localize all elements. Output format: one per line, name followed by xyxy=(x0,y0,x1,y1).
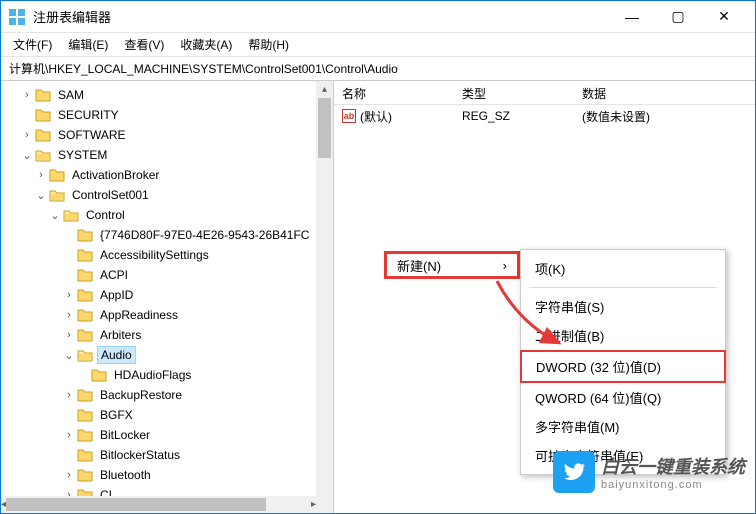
folder-icon xyxy=(77,308,93,322)
expand-icon[interactable]: › xyxy=(63,289,75,301)
tree-item-bitlockerstatus[interactable]: ›BitlockerStatus xyxy=(7,445,333,465)
context-item-key[interactable]: 项(K) xyxy=(521,254,725,283)
folder-icon xyxy=(77,268,93,282)
expand-icon[interactable]: › xyxy=(63,469,75,481)
tree-item-bgfx[interactable]: ›BGFX xyxy=(7,405,333,425)
scrollbar-corner xyxy=(316,496,333,513)
menu-separator xyxy=(529,287,717,288)
list-header: 名称 类型 数据 xyxy=(334,81,755,105)
folder-icon xyxy=(91,368,107,382)
tree-item-security[interactable]: ›SECURITY xyxy=(7,105,333,125)
folder-icon xyxy=(77,228,93,242)
folder-icon xyxy=(77,468,93,482)
tree-item-acpi[interactable]: ›ACPI xyxy=(7,265,333,285)
tree-item-control[interactable]: ⌄Control xyxy=(7,205,333,225)
window-title: 注册表编辑器 xyxy=(33,7,609,26)
tree-horizontal-scrollbar[interactable]: ◂ ▸ xyxy=(1,496,316,513)
submenu-arrow-icon: › xyxy=(503,258,507,273)
folder-icon xyxy=(77,328,93,342)
column-name[interactable]: 名称 xyxy=(334,81,454,104)
expand-icon[interactable]: › xyxy=(63,309,75,321)
context-new-label: 新建(N) xyxy=(397,256,441,275)
tree-item-appid[interactable]: ›AppID xyxy=(7,285,333,305)
titlebar: 注册表编辑器 — ▢ ✕ xyxy=(1,1,755,33)
expand-icon[interactable]: › xyxy=(21,89,33,101)
context-item-qword[interactable]: QWORD (64 位)值(Q) xyxy=(521,383,725,412)
scroll-up-icon[interactable]: ▴ xyxy=(316,81,333,98)
collapse-icon[interactable]: ⌄ xyxy=(63,349,75,362)
menu-favorites[interactable]: 收藏夹(A) xyxy=(172,33,240,56)
maximize-button[interactable]: ▢ xyxy=(655,2,701,32)
menubar: 文件(F) 编辑(E) 查看(V) 收藏夹(A) 帮助(H) xyxy=(1,33,755,57)
menu-edit[interactable]: 编辑(E) xyxy=(60,33,116,56)
tree-item-audio[interactable]: ⌄Audio xyxy=(7,345,333,365)
column-data[interactable]: 数据 xyxy=(574,81,755,104)
app-icon xyxy=(9,9,25,25)
address-path: 计算机\HKEY_LOCAL_MACHINE\SYSTEM\ControlSet… xyxy=(9,60,398,77)
minimize-button[interactable]: — xyxy=(609,2,655,32)
tree-item-arbiters[interactable]: ›Arbiters xyxy=(7,325,333,345)
value-type: REG_SZ xyxy=(454,109,574,123)
scroll-thumb[interactable] xyxy=(6,498,266,511)
expand-icon[interactable]: › xyxy=(35,169,47,181)
folder-icon xyxy=(35,108,51,122)
context-item-dword[interactable]: DWORD (32 位)值(D) xyxy=(520,350,726,383)
expand-icon[interactable]: › xyxy=(63,429,75,441)
context-submenu: 项(K) 字符串值(S) 二进制值(B) DWORD (32 位)值(D) QW… xyxy=(520,249,726,475)
close-button[interactable]: ✕ xyxy=(701,2,747,32)
collapse-icon[interactable]: ⌄ xyxy=(35,189,47,202)
column-type[interactable]: 类型 xyxy=(454,81,574,104)
scroll-thumb[interactable] xyxy=(318,98,331,158)
expand-icon[interactable]: › xyxy=(63,329,75,341)
tree-item-controlset001[interactable]: ⌄ControlSet001 xyxy=(7,185,333,205)
value-data: (数值未设置) xyxy=(574,108,755,125)
tree-item-accessibility[interactable]: ›AccessibilitySettings xyxy=(7,245,333,265)
tree-item-software[interactable]: ›SOFTWARE xyxy=(7,125,333,145)
tree-item-hdaudioflags[interactable]: ›HDAudioFlags xyxy=(7,365,333,385)
context-item-string[interactable]: 字符串值(S) xyxy=(521,292,725,321)
menu-view[interactable]: 查看(V) xyxy=(116,33,172,56)
tree-item-bluetooth[interactable]: ›Bluetooth xyxy=(7,465,333,485)
address-bar[interactable]: 计算机\HKEY_LOCAL_MACHINE\SYSTEM\ControlSet… xyxy=(1,57,755,81)
folder-icon xyxy=(77,288,93,302)
value-name: (默认) xyxy=(360,108,392,125)
expand-icon[interactable]: › xyxy=(63,389,75,401)
folder-icon xyxy=(77,428,93,442)
folder-open-icon xyxy=(63,208,79,222)
tree-vertical-scrollbar[interactable]: ▴ ▾ xyxy=(316,81,333,513)
folder-icon xyxy=(49,168,65,182)
folder-open-icon xyxy=(49,188,65,202)
context-item-multistring[interactable]: 多字符串值(M) xyxy=(521,412,725,441)
folder-open-icon xyxy=(77,348,93,362)
tree-item-sam[interactable]: ›SAM xyxy=(7,85,333,105)
tree-item-backuprestore[interactable]: ›BackupRestore xyxy=(7,385,333,405)
folder-icon xyxy=(77,248,93,262)
tree-item-activationbroker[interactable]: ›ActivationBroker xyxy=(7,165,333,185)
folder-icon xyxy=(35,88,51,102)
folder-icon xyxy=(77,448,93,462)
collapse-icon[interactable]: ⌄ xyxy=(21,149,33,162)
context-item-binary[interactable]: 二进制值(B) xyxy=(521,321,725,350)
menu-help[interactable]: 帮助(H) xyxy=(240,33,297,56)
context-menu-new[interactable]: 新建(N) › xyxy=(384,251,520,279)
expand-icon[interactable]: › xyxy=(21,129,33,141)
tree-item-guid[interactable]: ›{7746D80F-97E0-4E26-9543-26B41FC xyxy=(7,225,333,245)
tree-panel: ›SAM ›SECURITY ›SOFTWARE ⌄SYSTEM ›Activa… xyxy=(1,81,334,513)
values-panel: 名称 类型 数据 ab (默认) REG_SZ (数值未设置) 新建(N) › … xyxy=(334,81,755,513)
folder-icon xyxy=(77,408,93,422)
tree-item-system[interactable]: ⌄SYSTEM xyxy=(7,145,333,165)
folder-icon xyxy=(77,388,93,402)
list-row-default[interactable]: ab (默认) REG_SZ (数值未设置) xyxy=(334,105,755,127)
string-value-icon: ab xyxy=(342,109,356,123)
folder-icon xyxy=(35,128,51,142)
tree-item-bitlocker[interactable]: ›BitLocker xyxy=(7,425,333,445)
tree-item-appreadiness[interactable]: ›AppReadiness xyxy=(7,305,333,325)
context-item-expandstring[interactable]: 可扩充字符串值(E) xyxy=(521,441,725,470)
menu-file[interactable]: 文件(F) xyxy=(5,33,60,56)
folder-open-icon xyxy=(35,148,51,162)
collapse-icon[interactable]: ⌄ xyxy=(49,209,61,222)
